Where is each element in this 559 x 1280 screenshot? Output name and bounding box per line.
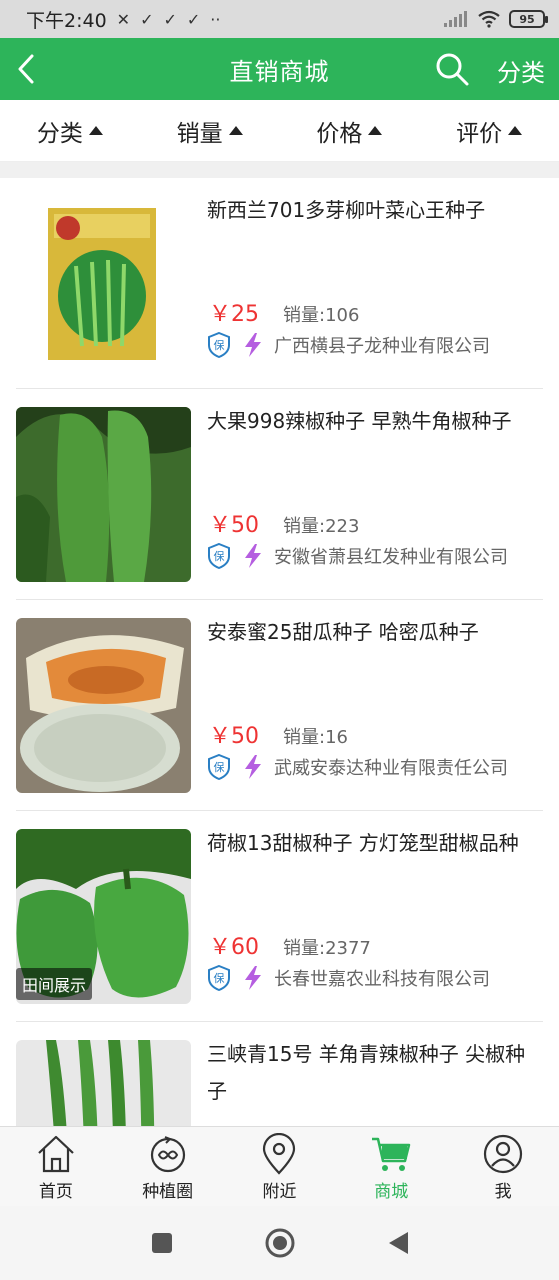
product-item[interactable]: 田间展示 荷椒13甜椒种子 方灯笼型甜椒品种 ￥60 销量:2377 保 长春世… — [16, 811, 543, 1022]
nav-me[interactable]: 我 — [447, 1127, 559, 1206]
product-company: 安徽省萧县红发种业有限公司 — [274, 547, 508, 568]
svg-text:保: 保 — [214, 338, 225, 352]
location-icon — [263, 1133, 296, 1175]
nav-label: 种植圈 — [142, 1182, 194, 1202]
nav-label: 商城 — [374, 1182, 409, 1202]
check-icon: ✓ — [186, 9, 201, 29]
product-company: 武威安泰达种业有限责任公司 — [274, 758, 508, 779]
nav-mall[interactable]: 商城 — [335, 1127, 447, 1206]
product-image — [16, 1040, 191, 1126]
status-time: 下午2:40 — [26, 9, 107, 32]
product-meta: 保 长春世嘉农业科技有限公司 — [208, 965, 490, 991]
nav-label: 我 — [494, 1182, 512, 1202]
product-sales: 销量:16 — [283, 727, 348, 748]
product-name: 大果998辣椒种子 早熟牛角椒种子 — [207, 409, 512, 433]
bottom-nav: 首页 种植圈 附近 商城 我 — [0, 1126, 559, 1206]
guarantee-shield-icon: 保 — [208, 754, 230, 780]
category-button[interactable]: 分类 — [497, 53, 545, 88]
product-price: ￥60 — [209, 935, 259, 960]
product-sales: 销量:2377 — [283, 938, 371, 959]
lightning-icon — [245, 755, 261, 779]
product-image — [16, 407, 191, 582]
product-price: ￥50 — [209, 724, 259, 749]
product-company: 长春世嘉农业科技有限公司 — [274, 969, 490, 990]
status-bar: 下午2:40 ✕ ✓ ✓ ✓ ·· 95 — [0, 0, 559, 38]
svg-text:保: 保 — [214, 760, 225, 774]
product-price: ￥50 — [209, 513, 259, 538]
wifi-icon — [478, 10, 500, 28]
product-meta: 保 武威安泰达种业有限责任公司 — [208, 754, 508, 780]
product-item[interactable]: 三峡青15号 羊角青辣椒种子 尖椒种子 — [16, 1022, 543, 1126]
filter-label: 分类 — [36, 120, 83, 147]
product-image: 田间展示 — [16, 829, 191, 1004]
app-header: 直销商城 分类 — [0, 38, 559, 100]
product-sales: 销量:223 — [283, 516, 360, 537]
product-company: 广西横县子龙种业有限公司 — [274, 336, 490, 357]
product-meta: 保 安徽省萧县红发种业有限公司 — [208, 543, 508, 569]
more-dots-icon: ·· — [210, 9, 221, 29]
filter-label: 评价 — [456, 120, 503, 147]
product-item[interactable]: 新西兰701多芽柳叶菜心王种子 ￥25 销量:106 保 广西横县子龙种业有限公… — [16, 178, 543, 389]
status-notification-icons: ✕ ✓ ✓ ✓ ·· — [117, 10, 221, 29]
cart-icon — [372, 1137, 411, 1171]
product-name: 荷椒13甜椒种子 方灯笼型甜椒品种 — [207, 831, 519, 855]
filter-category[interactable]: 分类 — [0, 100, 140, 161]
product-list: 新西兰701多芽柳叶菜心王种子 ￥25 销量:106 保 广西横县子龙种业有限公… — [0, 178, 559, 1126]
mute-icon: ✕ — [116, 9, 131, 29]
product-item[interactable]: 大果998辣椒种子 早熟牛角椒种子 ￥50 销量:223 保 安徽省萧县红发种业… — [16, 389, 543, 600]
nav-label: 附近 — [262, 1182, 297, 1202]
product-item[interactable]: 安泰蜜25甜瓜种子 哈密瓜种子 ￥50 销量:16 保 武威安泰达种业有限责任公… — [16, 600, 543, 811]
lightning-icon — [245, 966, 261, 990]
check-icon: ✓ — [163, 9, 177, 29]
battery-icon: 95 — [509, 10, 548, 28]
filter-label: 销量 — [176, 120, 223, 147]
filter-rating[interactable]: 评价 — [419, 100, 559, 161]
sort-up-icon — [228, 126, 243, 135]
product-sales: 销量:106 — [283, 305, 360, 326]
user-icon — [483, 1134, 523, 1174]
field-display-tag: 田间展示 — [16, 968, 93, 1000]
nav-planting-circle[interactable]: 种植圈 — [112, 1127, 224, 1206]
nav-nearby[interactable]: 附近 — [224, 1127, 336, 1206]
svg-text:保: 保 — [214, 549, 225, 563]
divider — [0, 162, 559, 178]
page-title: 直销商城 — [229, 57, 330, 86]
nav-label: 首页 — [38, 1182, 73, 1202]
sort-up-icon — [368, 126, 383, 135]
filter-sales[interactable]: 销量 — [140, 100, 280, 161]
guarantee-shield-icon: 保 — [208, 965, 230, 991]
filter-label: 价格 — [316, 120, 363, 147]
product-name: 三峡青15号 羊角青辣椒种子 尖椒种子 — [207, 1042, 526, 1103]
lightning-icon — [245, 333, 261, 357]
product-image — [16, 618, 191, 793]
recents-icon[interactable] — [150, 1231, 174, 1255]
home-circle-icon[interactable] — [264, 1227, 296, 1259]
home-icon — [38, 1135, 74, 1173]
product-image — [16, 196, 191, 371]
search-icon[interactable] — [434, 51, 470, 87]
sort-up-icon — [508, 126, 523, 135]
lightning-icon — [245, 544, 261, 568]
signal-icon — [444, 11, 467, 27]
product-name: 新西兰701多芽柳叶菜心王种子 — [207, 198, 486, 222]
check-icon: ✓ — [140, 9, 154, 29]
filter-price[interactable]: 价格 — [280, 100, 420, 161]
product-meta: 保 广西横县子龙种业有限公司 — [208, 332, 490, 358]
guarantee-shield-icon: 保 — [208, 332, 230, 358]
product-price: ￥25 — [209, 302, 259, 327]
back-triangle-icon[interactable] — [386, 1230, 410, 1256]
product-name: 安泰蜜25甜瓜种子 哈密瓜种子 — [207, 620, 479, 644]
circle-icon — [150, 1136, 185, 1173]
system-nav-bar — [0, 1206, 559, 1280]
guarantee-shield-icon: 保 — [208, 543, 230, 569]
sort-up-icon — [88, 126, 103, 135]
filter-bar: 分类 销量 价格 评价 — [0, 100, 559, 162]
nav-home[interactable]: 首页 — [0, 1127, 112, 1206]
svg-text:保: 保 — [214, 971, 225, 985]
